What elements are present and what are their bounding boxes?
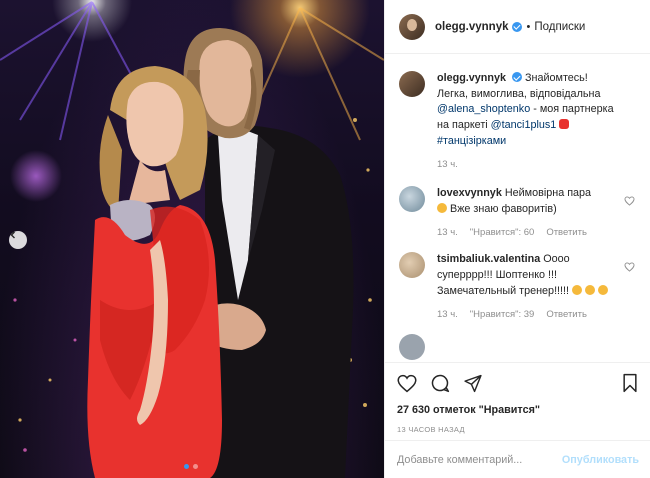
comment-icon[interactable] (430, 373, 450, 393)
header-separator: • (526, 20, 531, 33)
verified-badge-icon (512, 72, 522, 82)
carousel-dot-active (184, 464, 189, 469)
caption-username[interactable]: olegg.vynnyk (437, 72, 506, 84)
carousel-dot (193, 464, 198, 469)
heart-eyes-emoji-icon (437, 202, 447, 213)
carousel-prev-button[interactable] (9, 231, 27, 249)
caption-text: olegg.vynnyk Знайомтесь! Легка, вимоглив… (437, 71, 615, 149)
publish-button[interactable]: Опубликовать (562, 454, 639, 466)
post-timestamp[interactable]: 13 часов назад (397, 425, 639, 434)
heart-small-icon[interactable] (624, 196, 635, 206)
verified-badge-icon (511, 21, 522, 32)
add-comment-bar: Добавьте комментарий... Опубликовать (385, 440, 650, 478)
chevron-left-icon (10, 231, 15, 239)
comment-item-partial (399, 334, 637, 361)
author-avatar[interactable] (399, 13, 425, 40)
caption-avatar[interactable] (399, 71, 425, 97)
action-icons (397, 371, 639, 395)
comment-time[interactable]: 13 ч. (437, 227, 458, 238)
comment-time[interactable]: 13 ч. (437, 309, 458, 320)
comment-avatar[interactable] (399, 334, 425, 361)
dancer-emoji-icon (559, 118, 570, 129)
instagram-post: olegg.vynnyk • Подписки olegg.vynnyk Зна… (0, 0, 650, 478)
likes-number: 27 630 отметок (397, 404, 476, 416)
likes-label: "Нравится" (478, 404, 541, 416)
comment-body-2: Вже знаю фаворитів) (450, 202, 557, 215)
comment-avatar[interactable] (399, 186, 425, 213)
caption-meta: 13 ч. (437, 159, 615, 170)
comment-item: tsimbaliuk.valentina Оооо суперррр!!! Шо… (399, 252, 637, 320)
comments-section[interactable]: olegg.vynnyk Знайомтесь! Легка, вимоглив… (385, 55, 650, 361)
clap-emoji-icon (572, 284, 583, 295)
heart-small-icon[interactable] (624, 262, 635, 273)
comment-meta: 13 ч. "Нравится": 60 Ответить (437, 227, 615, 238)
comment-body-1: Неймовірна пара (504, 187, 592, 200)
clap-emoji-icon (598, 284, 609, 295)
photo-illustration (0, 1, 384, 478)
comment-text: tsimbaliuk.valentina Оооо суперррр!!! Шо… (437, 252, 615, 299)
post-photo[interactable] (0, 0, 384, 478)
comment-avatar[interactable] (399, 252, 425, 279)
post-sidebar: olegg.vynnyk • Подписки olegg.vynnyk Зна… (384, 0, 650, 478)
comment-likes[interactable]: "Нравится": 39 (470, 309, 535, 320)
following-button[interactable]: Подписки (534, 21, 585, 33)
comment-input[interactable]: Добавьте комментарий... (397, 454, 554, 466)
comment-username[interactable]: tsimbaliuk.valentina (437, 253, 540, 265)
likes-count[interactable]: 27 630 отметок "Нравится" (397, 404, 639, 416)
author-username[interactable]: olegg.vynnyk (435, 21, 509, 33)
bookmark-icon[interactable] (621, 373, 639, 393)
carousel-indicator (184, 464, 198, 469)
comment-text: lovexvynnyk Неймовірна пара Вже знаю фав… (437, 186, 615, 217)
hashtag-link[interactable]: #танцізірками (437, 135, 506, 147)
mention-link[interactable]: @tanci1plus1 (491, 119, 557, 131)
comment-meta: 13 ч. "Нравится": 39 Ответить (437, 309, 615, 320)
post-actions: 27 630 отметок "Нравится" 13 часов назад (385, 362, 650, 434)
comment-item: lovexvynnyk Неймовірна пара Вже знаю фав… (399, 186, 637, 238)
clap-emoji-icon (585, 284, 596, 295)
reply-button[interactable]: Ответить (546, 309, 587, 320)
comment-likes[interactable]: "Нравится": 60 (470, 227, 535, 238)
caption: olegg.vynnyk Знайомтесь! Легка, вимоглив… (399, 71, 637, 170)
caption-time[interactable]: 13 ч. (437, 159, 458, 170)
comment-username[interactable]: lovexvynnyk (437, 187, 502, 199)
post-header: olegg.vynnyk • Подписки (385, 0, 650, 54)
mention-link[interactable]: @alena_shoptenko (437, 103, 530, 115)
heart-icon[interactable] (397, 374, 417, 393)
reply-button[interactable]: Ответить (546, 227, 587, 238)
share-icon[interactable] (463, 374, 483, 393)
